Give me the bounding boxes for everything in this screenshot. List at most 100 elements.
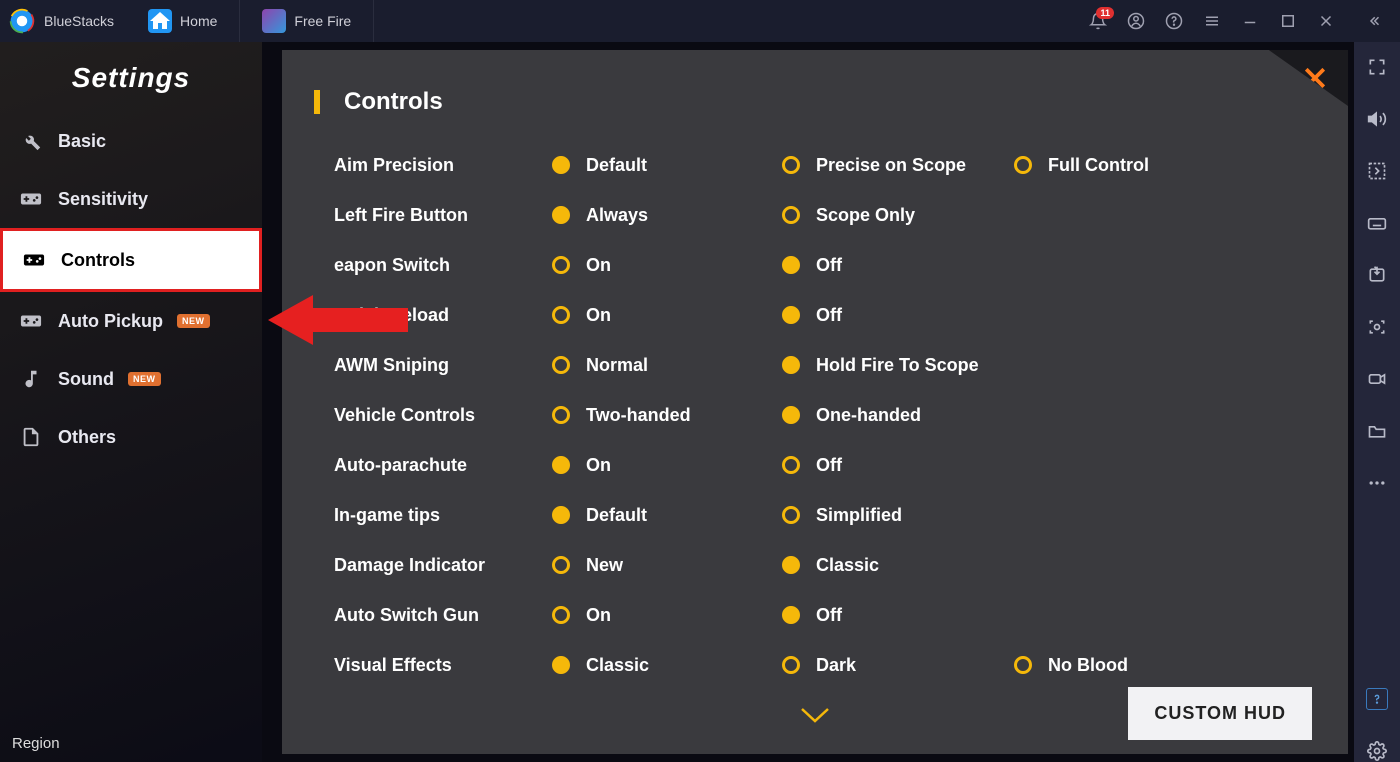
radio-option[interactable]: Off [782,455,1014,476]
settings-sidebar: Settings Basic Sensitivity Controls Auto… [0,42,262,762]
radio-label: Off [816,455,842,476]
radio-label: Hold Fire To Scope [816,355,979,376]
more-icon[interactable] [1366,472,1388,494]
radio-option[interactable]: New [552,555,782,576]
new-badge: NEW [128,372,161,386]
option-row: Auto-parachuteOnOff [334,440,1316,490]
record-icon[interactable] [1366,368,1388,390]
radio-label: Off [816,605,842,626]
option-row: eapon SwitchOnOff [334,240,1316,290]
radio-option[interactable]: On [552,255,782,276]
radio-label: Classic [586,655,649,676]
menu-icon[interactable] [1202,11,1222,31]
freefire-icon [262,9,286,33]
settings-menu: Basic Sensitivity Controls Auto Pickup N… [0,112,262,466]
radio-option[interactable]: Classic [782,555,1014,576]
sidebar-item-label: Sound [58,369,114,390]
sidebar-item-basic[interactable]: Basic [0,112,262,170]
option-row: Auto Switch GunOnOff [334,590,1316,640]
radio-icon [552,356,570,374]
collapse-rail-icon[interactable] [1364,11,1384,31]
option-choices: OnOff [552,305,1316,326]
help-icon[interactable] [1164,11,1184,31]
radio-option[interactable]: Off [782,255,1014,276]
radio-label: On [586,455,611,476]
radio-option[interactable]: On [552,305,782,326]
option-choices: Normal Hold Fire To Scope [552,355,1316,376]
minimize-icon[interactable] [1240,11,1260,31]
radio-option[interactable]: Hold Fire To Scope [782,355,1014,376]
radio-label: Always [586,205,648,226]
radio-option[interactable]: Dark [782,655,1014,676]
account-icon[interactable] [1126,11,1146,31]
install-apk-icon[interactable] [1366,264,1388,286]
radio-label: Default [586,155,647,176]
gear-icon[interactable] [1366,740,1388,762]
radio-option[interactable]: Default [552,155,782,176]
gamepad-icon [18,308,44,334]
radio-icon [552,656,570,674]
radio-option[interactable]: One-handed [782,405,1014,426]
keymap-icon[interactable] [1366,160,1388,182]
sidebar-item-label: Sensitivity [58,189,148,210]
radio-icon [1014,156,1032,174]
titlebar-controls: 11 [1088,11,1392,31]
radio-option[interactable]: Scope Only [782,205,1014,226]
radio-label: Simplified [816,505,902,526]
radio-option[interactable]: On [552,605,782,626]
rail-help-icon[interactable] [1366,688,1388,710]
close-window-icon[interactable] [1316,11,1336,31]
gamepad-icon [21,247,47,273]
keyboard-icon[interactable] [1366,212,1388,234]
radio-icon [552,606,570,624]
fullscreen-icon[interactable] [1366,56,1388,78]
radio-option[interactable]: Default [552,505,782,526]
panel-title: Controls [344,88,443,116]
radio-label: Default [586,505,647,526]
sidebar-item-label: Auto Pickup [58,311,163,332]
radio-option[interactable]: Two-handed [552,405,782,426]
sidebar-item-controls[interactable]: Controls [0,228,262,292]
region-label[interactable]: Region [12,735,60,752]
option-row: Vehicle ControlsTwo-handedOne-handed [334,390,1316,440]
radio-label: On [586,605,611,626]
sidebar-item-others[interactable]: Others [0,408,262,466]
custom-hud-button[interactable]: CUSTOM HUD [1128,687,1312,740]
new-badge: NEW [177,314,210,328]
radio-label: Dark [816,655,856,676]
sidebar-item-autopickup[interactable]: Auto Pickup NEW [0,292,262,350]
radio-icon [552,556,570,574]
tab-freefire[interactable]: Free Fire [240,0,374,42]
radio-option[interactable]: Always [552,205,782,226]
radio-option[interactable]: Simplified [782,505,1014,526]
option-label: In-game tips [334,505,552,526]
radio-option[interactable]: Off [782,305,1014,326]
radio-option[interactable]: On [552,455,782,476]
sidebar-item-sensitivity[interactable]: Sensitivity [0,170,262,228]
scroll-down-icon[interactable] [798,705,832,730]
radio-icon [782,256,800,274]
option-row: AWM SnipingNormalHold Fire To Scope [334,340,1316,390]
radio-option[interactable]: Off [782,605,1014,626]
title-accent [314,90,320,114]
notifications-icon[interactable]: 11 [1088,11,1108,31]
radio-icon [552,306,570,324]
volume-icon[interactable] [1366,108,1388,130]
radio-option[interactable]: Precise on Scope [782,155,1014,176]
option-label: Damage Indicator [334,555,552,576]
screenshot-icon[interactable] [1366,316,1388,338]
sidebar-item-sound[interactable]: Sound NEW [0,350,262,408]
radio-icon [782,556,800,574]
folder-icon[interactable] [1366,420,1388,442]
radio-label: Scope Only [816,205,915,226]
tab-home[interactable]: Home [126,0,240,42]
radio-option[interactable]: Normal [552,355,782,376]
sidebar-item-label: Others [58,427,116,448]
option-label: Vehicle Controls [334,405,552,426]
maximize-icon[interactable] [1278,11,1298,31]
radio-option[interactable]: No Blood [1014,655,1194,676]
radio-icon [782,306,800,324]
controls-panel: Controls Aim PrecisionDefaultPrecise on … [282,50,1348,754]
radio-option[interactable]: Full Control [1014,155,1194,176]
radio-option[interactable]: Classic [552,655,782,676]
